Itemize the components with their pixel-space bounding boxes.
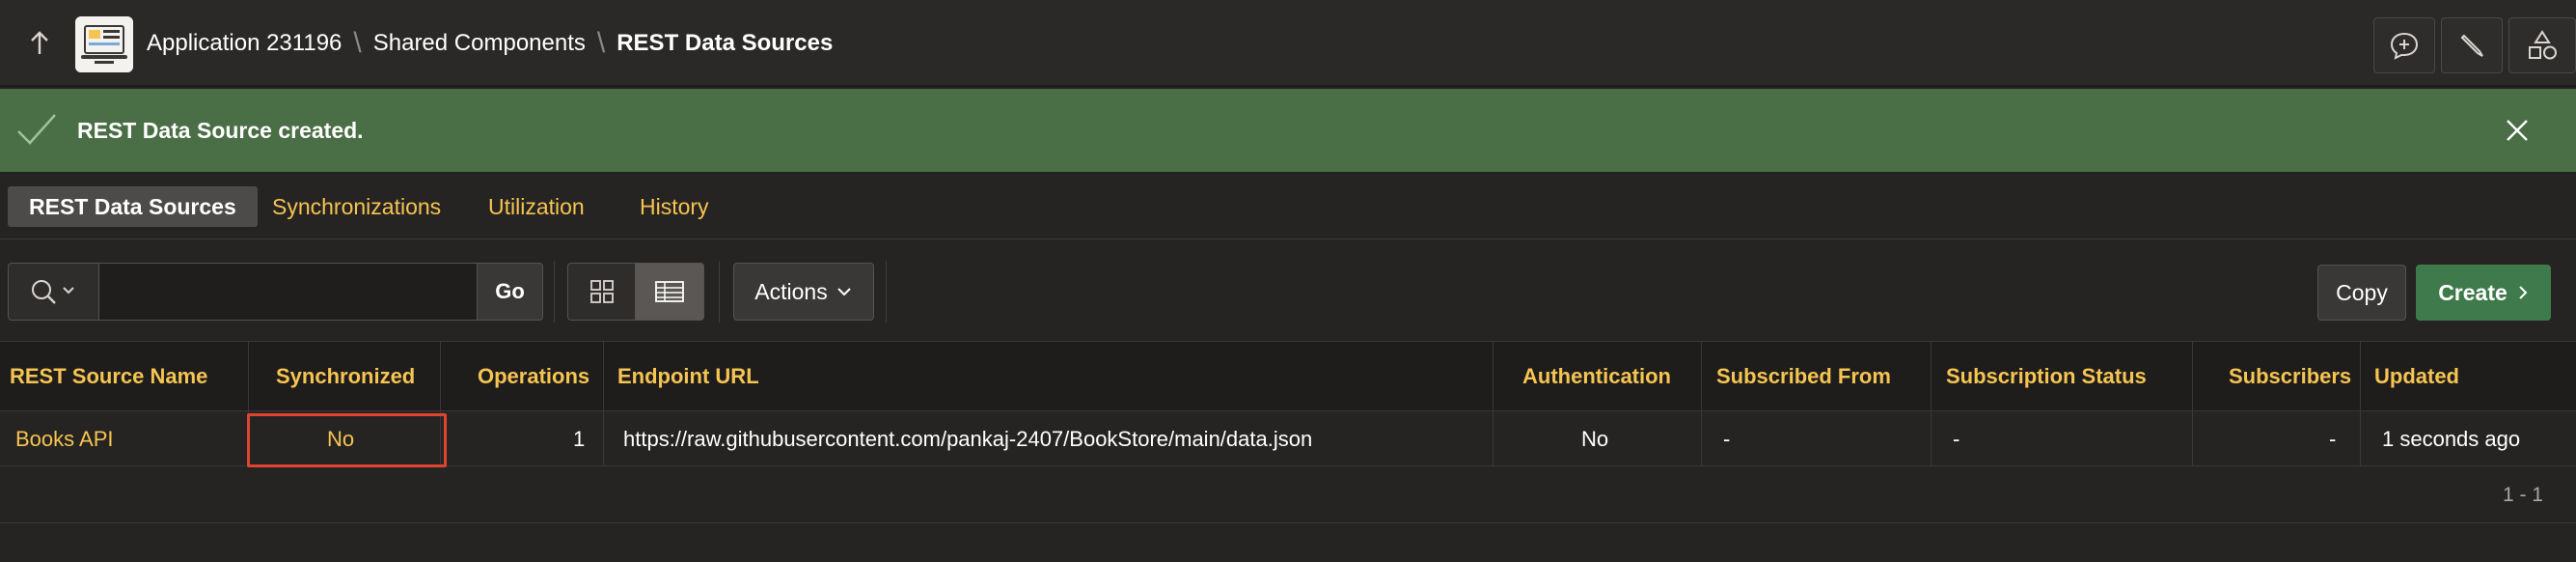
column-header-subscription-status[interactable]: Subscription Status <box>1936 342 2156 411</box>
tab-history[interactable]: History <box>618 186 730 227</box>
actions-menu-button[interactable]: Actions <box>733 263 874 321</box>
pagination-row: 1 - 1 <box>0 467 2576 523</box>
create-label: Create <box>2438 279 2507 305</box>
chevron-down-icon <box>62 287 74 295</box>
report-view-icon <box>655 281 684 302</box>
search-column-selector[interactable] <box>8 263 99 321</box>
pagination-text: 1 - 1 <box>2502 484 2543 506</box>
table-header-row: REST Source Name Synchronized Operations… <box>0 342 2576 411</box>
search-group: Go <box>8 263 543 321</box>
create-button[interactable]: Create <box>2416 265 2551 321</box>
column-header-synchronized[interactable]: Synchronized <box>266 342 425 411</box>
column-divider <box>2192 342 2193 466</box>
copy-button[interactable]: Copy <box>2317 265 2406 321</box>
column-divider <box>603 342 604 466</box>
toolbar-divider <box>719 261 720 323</box>
tab-utilization[interactable]: Utilization <box>467 186 606 227</box>
column-header-subscribers[interactable]: Subscribers <box>2219 342 2361 411</box>
toolbar-divider <box>554 261 555 323</box>
tab-rest-data-sources[interactable]: REST Data Sources <box>8 186 258 227</box>
toolbar-divider <box>886 261 887 323</box>
actions-label: Actions <box>754 278 828 304</box>
feedback-icon <box>2390 32 2419 60</box>
check-icon <box>17 114 56 145</box>
view-switcher <box>567 263 704 321</box>
breadcrumb-application[interactable]: Application 231196 <box>147 30 342 57</box>
column-header-endpoint-url[interactable]: Endpoint URL <box>608 342 769 411</box>
column-divider <box>1701 342 1702 466</box>
breadcrumb-shared-components[interactable]: Shared Components <box>373 30 586 57</box>
report-toolbar: Go Actions Copy Create <box>0 241 2576 342</box>
breadcrumb: Application 231196 \ Shared Components \… <box>147 0 833 87</box>
go-button[interactable]: Go <box>478 263 543 321</box>
column-divider <box>1493 342 1494 466</box>
up-arrow-icon[interactable] <box>27 29 52 58</box>
search-input[interactable] <box>99 263 478 321</box>
column-divider <box>2360 342 2361 466</box>
close-icon[interactable] <box>2505 118 2530 143</box>
subscribers-cell: - <box>2329 427 2337 451</box>
app-logo-icon[interactable] <box>75 16 133 72</box>
icon-view-icon <box>589 280 614 303</box>
tab-synchronizations[interactable]: Synchronizations <box>251 186 462 227</box>
chevron-right-icon <box>2519 286 2528 299</box>
highlight-annotation-box <box>247 413 447 467</box>
endpoint-url-cell: https://raw.githubusercontent.com/pankaj… <box>623 427 1313 451</box>
chevron-down-icon <box>837 288 851 296</box>
column-header-subscribed-from[interactable]: Subscribed From <box>1707 342 1901 411</box>
success-message-text: REST Data Source created. <box>77 118 364 143</box>
authentication-cell: No <box>1581 427 1609 451</box>
page-title: REST Data Sources <box>617 30 834 56</box>
column-header-authentication[interactable]: Authentication <box>1513 342 1681 411</box>
operations-cell: 1 <box>573 427 586 451</box>
shared-components-button[interactable] <box>2508 17 2576 73</box>
column-divider <box>1931 342 1932 466</box>
edit-page-button[interactable] <box>2441 17 2503 73</box>
success-message: REST Data Source created. <box>0 89 2576 172</box>
rest-source-name-link[interactable]: Books API <box>2 411 127 466</box>
shapes-icon <box>2529 30 2557 60</box>
breadcrumb-separator: \ <box>596 27 606 59</box>
column-header-operations[interactable]: Operations <box>468 342 599 411</box>
column-header-updated[interactable]: Updated <box>2365 342 2469 411</box>
search-icon <box>31 280 74 304</box>
icon-view-button[interactable] <box>567 263 636 321</box>
report-view-button[interactable] <box>636 263 704 321</box>
subscription-status-cell: - <box>1953 427 1960 451</box>
pencil-icon <box>2460 34 2483 57</box>
feedback-button[interactable] <box>2373 17 2435 73</box>
column-header-rest-source-name[interactable]: REST Source Name <box>0 342 217 411</box>
updated-cell: 1 seconds ago <box>2382 427 2521 451</box>
top-header: Application 231196 \ Shared Components \… <box>0 0 2576 87</box>
tab-bar: REST Data Sources Synchronizations Utili… <box>0 172 2576 239</box>
breadcrumb-separator: \ <box>353 27 362 59</box>
subscribed-from-cell: - <box>1723 427 1731 451</box>
page: Application 231196 \ Shared Components \… <box>0 0 2576 562</box>
